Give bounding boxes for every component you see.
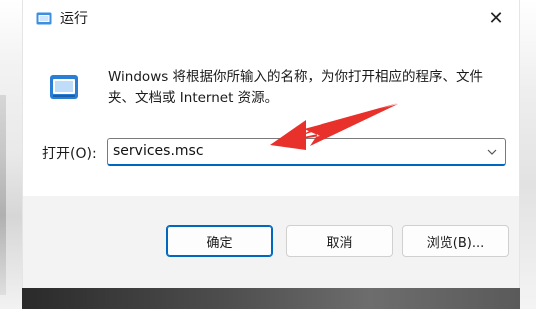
close-button[interactable]: ✕ <box>473 0 519 36</box>
window-title: 运行 <box>60 11 88 27</box>
run-icon <box>36 12 52 25</box>
desktop-background-right <box>520 0 536 309</box>
open-label: 打开(O): <box>42 146 97 162</box>
run-app-icon <box>50 75 78 99</box>
ok-button[interactable]: 确定 <box>166 225 273 257</box>
browse-button[interactable]: 浏览(B)... <box>402 225 509 257</box>
title-bar: 运行 ✕ <box>23 0 519 36</box>
button-bar: 确定 取消 浏览(B)... <box>23 196 519 288</box>
desktop-background-bottom <box>22 286 520 309</box>
description-text: Windows 将根据你所输入的名称，为你打开相应的程序、文件夹、文档或 Int… <box>108 69 484 106</box>
cancel-button[interactable]: 取消 <box>286 225 393 257</box>
chevron-down-icon[interactable] <box>486 146 498 158</box>
run-dialog: 运行 ✕ Windows 将根据你所输入的名称，为你打开相应的程序、文件夹、文档… <box>22 0 520 288</box>
desktop-background-left <box>0 0 22 309</box>
close-icon: ✕ <box>488 7 504 29</box>
open-combobox[interactable]: services.msc <box>107 138 506 166</box>
open-input-value[interactable]: services.msc <box>113 143 204 159</box>
